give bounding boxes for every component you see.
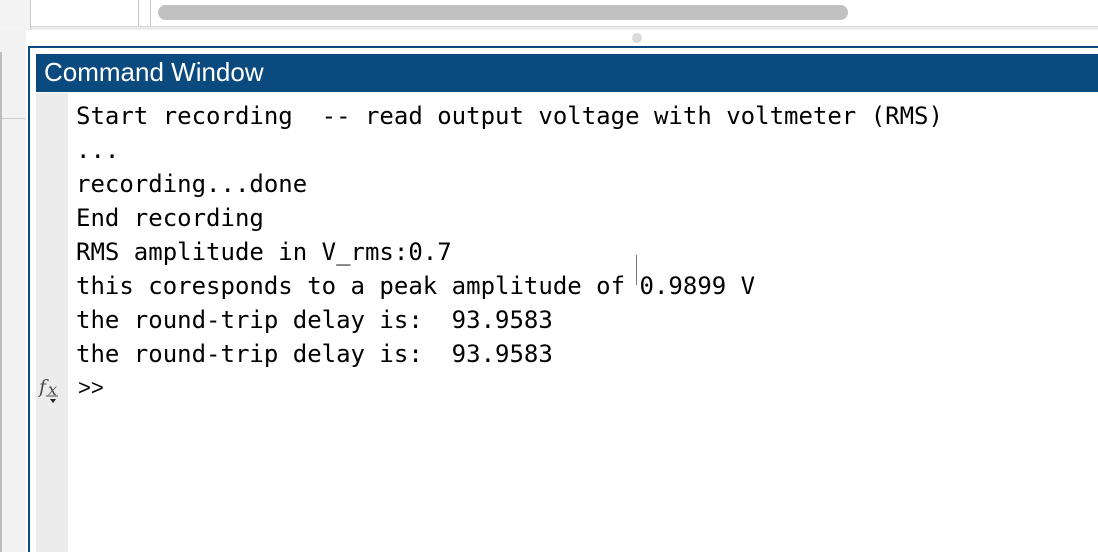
output-line: this coresponds to a peak amplitude of 0… xyxy=(76,272,756,300)
output-line: ... xyxy=(76,136,120,164)
command-output[interactable]: Start recording -- read output voltage w… xyxy=(76,99,1098,552)
output-line: End recording xyxy=(76,204,264,232)
command-prompt[interactable]: >> xyxy=(78,373,104,403)
left-panel-border xyxy=(0,52,12,552)
fx-icon-glyph: f x xyxy=(37,376,58,403)
output-line: recording...done xyxy=(76,170,308,198)
output-line: the round-trip delay is: 93.9583 xyxy=(76,306,553,334)
command-window-gutter xyxy=(36,93,68,552)
editor-divider xyxy=(138,0,139,26)
fx-icon[interactable]: f x xyxy=(37,373,66,403)
output-line: RMS amplitude in V_rms:0.7 xyxy=(76,238,452,266)
text-cursor xyxy=(636,255,637,285)
command-window-title: Command Window xyxy=(36,54,1098,92)
horizontal-scrollbar[interactable] xyxy=(158,5,848,20)
editor-area-top xyxy=(0,0,1098,30)
panel-splitter-handle[interactable] xyxy=(632,33,642,43)
command-window[interactable]: Command Window Start recording -- read o… xyxy=(28,46,1098,552)
editor-divider xyxy=(150,0,151,26)
editor-left-gutter xyxy=(0,0,31,30)
output-line: the round-trip delay is: 93.9583 xyxy=(76,340,553,368)
matlab-desktop: Command Window Start recording -- read o… xyxy=(0,0,1098,552)
output-line: Start recording -- read output voltage w… xyxy=(76,102,943,130)
